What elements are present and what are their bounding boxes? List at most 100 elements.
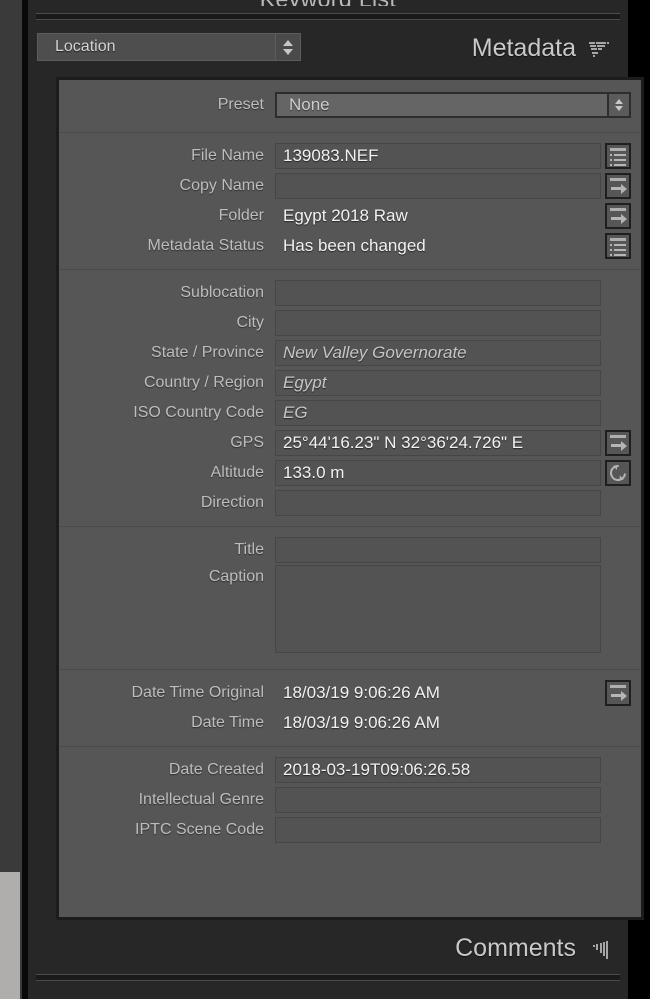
field-label: Caption [208,568,264,585]
metadata-row: Date Time 18/03/19 9:06:26 AM [59,708,641,738]
field-label: Sublocation [180,284,264,301]
field-value[interactable] [275,280,601,306]
metadata-row: Caption [59,565,641,661]
metadata-row: Title [59,535,641,565]
go-to-button[interactable] [605,680,631,706]
metadata-row: Altitude 133.0 m [59,458,641,488]
field-action-placeholder [605,370,631,396]
left-panel-edge [0,0,22,999]
field-wrapper [275,565,631,653]
panel-collapse-left-icon[interactable] [592,941,612,959]
field-label: Date Time Original [131,684,265,701]
field-value[interactable] [275,310,601,336]
metadata-set-select[interactable]: Location [37,33,301,61]
field-wrapper: Egypt [275,370,631,396]
field-value[interactable]: 25°44'16.23" N 32°36'24.726" E [275,430,601,456]
arrow-right-head-icon [621,441,627,451]
arrow-icon-bar [610,178,626,181]
arrow-right-head-icon [621,184,627,194]
metadata-groups: File Name 139083.NEF Copy Name Folder Egypt … [59,133,641,853]
field-label: State / Province [151,344,264,361]
field-value[interactable]: 139083.NEF [275,143,601,169]
field-wrapper: 139083.NEF [275,143,631,169]
field-value[interactable] [275,565,601,653]
field-value[interactable] [275,490,601,516]
field-wrapper: 133.0 m [275,460,631,486]
metadata-list-button[interactable] [605,233,631,259]
metadata-group-location-info: Sublocation City State / Province New Valle… [59,270,641,527]
panel-divider-top [36,13,620,20]
field-value[interactable]: Egypt [275,370,601,396]
field-action-placeholder [605,710,631,736]
field-value[interactable]: 133.0 m [275,460,601,486]
metadata-set-stepper[interactable] [275,33,301,61]
field-value[interactable]: 2018-03-19T09:06:26.58 [275,757,601,783]
go-to-button[interactable] [605,430,631,456]
metadata-row: ISO Country Code EG [59,398,641,428]
metadata-row: Direction [59,488,641,518]
panel-collapse-down-icon[interactable] [589,42,611,60]
metadata-row: Date Created 2018-03-19T09:06:26.58 [59,755,641,785]
field-value[interactable]: Has been changed [275,233,601,259]
go-to-button[interactable] [605,173,631,199]
metadata-group-capture-dates: Date Time Original 18/03/19 9:06:26 AM Dat… [59,670,641,747]
field-value[interactable]: New Valley Governorate [275,340,601,366]
left-scrollbar-thumb[interactable] [0,872,20,999]
metadata-row: Folder Egypt 2018 Raw [59,201,641,231]
field-label: Intellectual Genre [138,791,264,808]
arrow-right-head-icon [621,214,627,224]
comments-title[interactable]: Comments [455,934,576,963]
keyword-list-title[interactable]: Keyword List [28,0,628,6]
field-label: Country / Region [143,374,264,391]
field-wrapper: 18/03/19 9:06:26 AM [275,680,631,706]
metadata-row: File Name 139083.NEF [59,141,641,171]
field-action-placeholder [605,787,631,813]
field-value[interactable]: 18/03/19 9:06:26 AM [275,710,601,736]
field-value[interactable]: 18/03/19 9:06:26 AM [275,680,601,706]
metadata-row: Intellectual Genre [59,785,641,815]
metadata-row: IPTC Scene Code [59,815,641,845]
field-label: Folder [218,207,264,224]
chevron-down-icon [615,106,623,111]
metadata-row: Sublocation [59,278,641,308]
preset-stepper[interactable] [607,92,631,118]
lightroom-right-panel: Keyword List Location Metadata Preset No… [0,0,650,999]
field-label: File Name [191,147,264,164]
field-label: GPS [230,434,264,451]
list-row-icon [614,154,626,156]
list-bullet-icon [610,154,612,156]
metadata-list-button[interactable] [605,143,631,169]
field-label: IPTC Scene Code [135,821,264,838]
metadata-row: GPS 25°44'16.23" N 32°36'24.726" E [59,428,641,458]
field-action-placeholder [605,310,631,336]
field-action-placeholder [605,817,631,843]
field-value[interactable] [275,787,601,813]
list-row-icon [614,249,626,251]
field-value[interactable] [275,173,601,199]
field-value[interactable] [275,537,601,563]
field-value[interactable]: EG [275,400,601,426]
field-value[interactable]: Egypt 2018 Raw [275,203,601,229]
comments-header[interactable]: Comments [28,928,628,974]
field-action-placeholder [605,340,631,366]
field-label: Copy Name [179,177,264,194]
field-wrapper [275,280,631,306]
field-wrapper: EG [275,400,631,426]
field-label: ISO Country Code [133,404,264,421]
field-label: Metadata Status [147,237,264,254]
go-to-button[interactable] [605,203,631,229]
field-wrapper [275,787,631,813]
metadata-set-value[interactable]: Location [37,33,275,61]
field-wrapper: 25°44'16.23" N 32°36'24.726" E [275,430,631,456]
arrow-icon-bar [610,435,626,438]
metadata-row: Country / Region Egypt [59,368,641,398]
refresh-button[interactable] [605,460,631,486]
field-label: Date Time [191,714,264,731]
page-title[interactable]: Metadata [472,34,576,63]
preset-group: Preset None [59,80,641,133]
arrow-icon-bar [610,685,626,688]
preset-value[interactable]: None [275,92,607,118]
chevron-up-icon [615,99,623,104]
metadata-row: State / Province New Valley Governorate [59,338,641,368]
field-value[interactable] [275,817,601,843]
